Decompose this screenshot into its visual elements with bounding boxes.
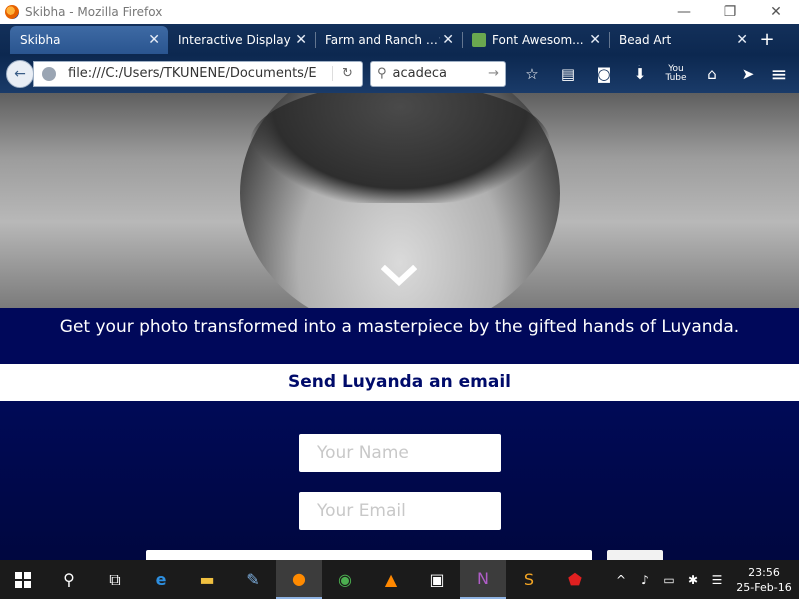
browser-chrome: Skibha ✕ Interactive Display ✕ Farm and … (0, 24, 799, 93)
close-tab-icon[interactable]: ✕ (736, 32, 748, 48)
url-bar[interactable]: file:///C:/Users/TKUNENE/Documents/E ↻ (33, 60, 363, 87)
windows-logo-icon (15, 571, 31, 588)
back-button[interactable]: ← (6, 59, 34, 88)
acrobat-icon[interactable]: ⬟ (552, 560, 598, 599)
sublime-icon[interactable]: S (506, 560, 552, 599)
site-identity-icon[interactable] (42, 66, 56, 81)
close-tab-icon[interactable]: ✕ (148, 32, 160, 48)
edge-icon[interactable]: e (138, 560, 184, 599)
hamburger-menu-icon[interactable]: ≡ (765, 59, 793, 89)
search-bar[interactable]: ⚲ acadeca → (370, 60, 506, 87)
pocket-icon[interactable]: ◙ (586, 59, 622, 89)
onenote-icon[interactable]: N (460, 560, 506, 599)
tab-bead-art[interactable]: Bead Art ✕ (609, 26, 756, 54)
tab-strip: Skibha ✕ Interactive Display ✕ Farm and … (0, 24, 756, 54)
clock-time: 23:56 (748, 565, 780, 579)
tab-farm-and-ranch[interactable]: Farm and Ranch S... ✕ (315, 26, 463, 54)
store-icon[interactable]: ▣ (414, 560, 460, 599)
reload-icon[interactable]: ↻ (332, 66, 362, 81)
send-icon[interactable]: ➤ (730, 59, 766, 89)
downloads-icon[interactable]: ⬇ (622, 59, 658, 89)
battery-icon[interactable]: ▭ (657, 573, 681, 587)
window-controls: — ❐ ✕ (661, 0, 799, 24)
file-explorer-icon[interactable]: ▬ (184, 560, 230, 599)
close-tab-icon[interactable]: ✕ (589, 32, 601, 48)
hero-drawing-image (0, 93, 799, 308)
wifi-icon[interactable]: ✱ (681, 573, 705, 587)
email-input[interactable] (299, 492, 501, 530)
firefox-taskbar-icon[interactable]: ● (276, 560, 322, 599)
start-button[interactable] (0, 560, 46, 599)
bookmark-star-icon[interactable]: ☆ (514, 59, 550, 89)
tab-interactive-display[interactable]: Interactive Display ✕ (168, 26, 316, 54)
windows-taskbar: ⚲ ⧉ e ▬ ✎ ● ◉ ▲ ▣ N S ⬟ ^ ♪ ▭ ✱ ☰ 23:56 … (0, 560, 799, 599)
tab-skibha[interactable]: Skibha ✕ (10, 26, 168, 54)
url-text: file:///C:/Users/TKUNENE/Documents/E (68, 66, 317, 81)
maximize-button[interactable]: ❐ (707, 0, 753, 24)
tab-label: Skibha (20, 33, 61, 47)
chevron-down-icon[interactable] (381, 265, 417, 287)
close-window-button[interactable]: ✕ (753, 0, 799, 24)
bookmarks-list-icon[interactable]: ▤ (550, 59, 586, 89)
search-go-icon[interactable]: → (488, 66, 499, 81)
clock-date: 25-Feb-16 (736, 580, 792, 594)
new-tab-button[interactable]: + (754, 28, 780, 50)
email-form (0, 401, 799, 562)
toolbar-icons: ☆ ▤ ◙ ⬇ You Tube ⌂ ➤ (514, 54, 766, 93)
minimize-button[interactable]: — (661, 0, 707, 24)
window-title: Skibha - Mozilla Firefox (25, 5, 163, 19)
notifications-icon[interactable]: ☰ (705, 573, 729, 587)
hero-caption: Get your photo transformed into a master… (0, 308, 799, 364)
firefox-logo-icon (5, 5, 19, 19)
vlc-icon[interactable]: ▲ (368, 560, 414, 599)
navigation-toolbar: ← file:///C:/Users/TKUNENE/Documents/E ↻… (0, 54, 799, 93)
chrome-icon[interactable]: ◉ (322, 560, 368, 599)
name-input[interactable] (299, 434, 501, 472)
search-icon: ⚲ (377, 66, 387, 81)
search-text: acadeca (392, 66, 447, 81)
search-icon[interactable]: ⚲ (46, 560, 92, 599)
portrait-hair (250, 93, 550, 203)
task-view-icon[interactable]: ⧉ (92, 560, 138, 599)
home-icon[interactable]: ⌂ (694, 59, 730, 89)
tab-label: Bead Art (619, 33, 672, 47)
paint-icon[interactable]: ✎ (230, 560, 276, 599)
window-titlebar: Skibha - Mozilla Firefox — ❐ ✕ (0, 0, 799, 24)
tab-font-awesome[interactable]: Font Awesom... ✕ (462, 26, 610, 54)
email-section-heading: Send Luyanda an email (0, 364, 799, 401)
system-tray: ^ ♪ ▭ ✱ ☰ 23:56 25-Feb-16 (609, 560, 799, 599)
tab-label: Farm and Ranch S... (325, 33, 443, 47)
close-tab-icon[interactable]: ✕ (295, 32, 307, 48)
tab-label: Interactive Display (178, 33, 291, 47)
font-awesome-favicon-icon (472, 33, 486, 47)
youtube-icon[interactable]: You Tube (658, 59, 694, 89)
tab-label: Font Awesom... (492, 33, 584, 47)
close-tab-icon[interactable]: ✕ (442, 32, 454, 48)
volume-icon[interactable]: ♪ (633, 573, 657, 587)
taskbar-clock[interactable]: 23:56 25-Feb-16 (729, 565, 799, 595)
tray-chevron-up-icon[interactable]: ^ (609, 573, 633, 587)
